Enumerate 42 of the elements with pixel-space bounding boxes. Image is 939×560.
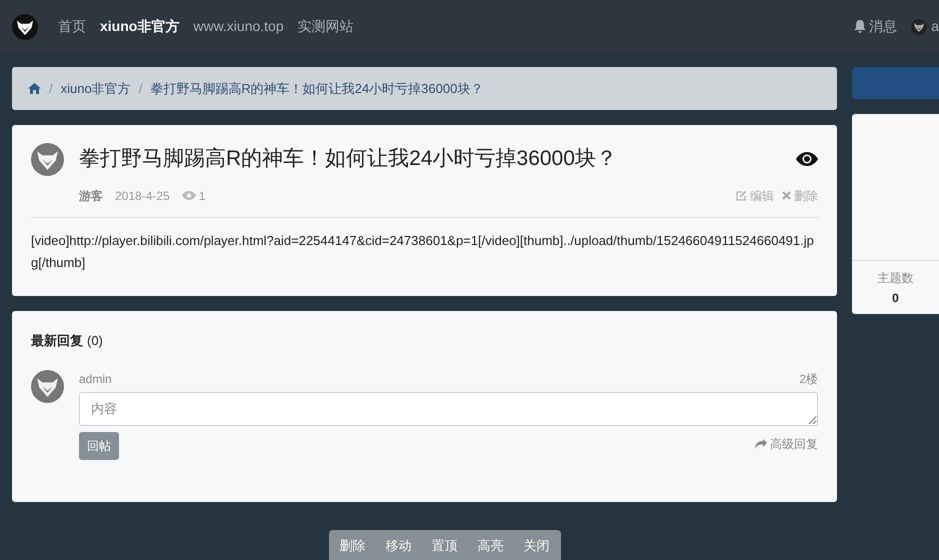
messages-link[interactable]: 消息 <box>854 16 898 37</box>
avatar-icon <box>31 370 64 403</box>
post-date: 2018-4-25 <box>115 188 170 204</box>
replies-heading: 最新回复 <box>31 332 83 350</box>
reply-field[interactable]: 内容 <box>79 392 818 426</box>
home-icon[interactable] <box>28 83 41 94</box>
stat-label: 主题数 <box>878 270 914 286</box>
username: admin <box>79 371 112 388</box>
nav-link[interactable]: xiuno非官方 <box>100 16 180 37</box>
avatar-icon <box>911 18 928 34</box>
toolbar-button[interactable]: 关闭 <box>524 536 550 556</box>
nav-link[interactable]: 实测网站 <box>298 16 354 37</box>
nav-link[interactable]: 首页 <box>58 16 86 37</box>
post-title: 拳打野马脚踢高R的神车！如何让我24小时亏掉36000块？ <box>79 146 618 172</box>
toolbar-button[interactable]: 删除 <box>340 536 366 556</box>
view-count: 1 <box>198 188 206 204</box>
stat-value: 0 <box>892 290 899 306</box>
eye-icon <box>182 191 196 200</box>
share-icon <box>755 438 767 450</box>
logo-icon <box>12 14 38 40</box>
eye-icon[interactable] <box>796 152 818 166</box>
reply-count: (0) <box>87 332 103 350</box>
avatar-icon <box>31 143 64 176</box>
bell-icon <box>854 20 866 33</box>
pencil-icon <box>736 190 747 201</box>
reply-button[interactable]: 回帖 <box>79 432 119 460</box>
toolbar-button[interactable]: 移动 <box>386 536 412 556</box>
breadcrumb-link[interactable]: 拳打野马脚踢高R的神车！如何让我24小时亏掉36000块？ <box>150 78 484 98</box>
breadcrumb-separator: / <box>138 80 142 98</box>
user-link[interactable]: a <box>911 16 939 37</box>
post-body: [video]http://player.bilibili.com/player.html?aid=22544147&cid=24738601&p=1[/video][thumb]../upload/thumb/15246604911524660491.jpg[/thumb] <box>31 232 815 272</box>
close-icon <box>782 191 791 200</box>
advanced-reply-link[interactable]: 高级回复 <box>755 435 818 453</box>
author-name[interactable]: 游客 <box>79 186 103 204</box>
toolbar-button[interactable]: 高亮 <box>478 536 504 556</box>
toolbar-button[interactable]: 置顶 <box>432 536 458 556</box>
nav-link[interactable]: www.xiuno.top <box>193 16 284 37</box>
floor-number: 2楼 <box>799 371 818 388</box>
edit-link[interactable]: 编辑 <box>736 186 774 204</box>
breadcrumb-separator: / <box>49 80 53 98</box>
delete-link[interactable]: 删除 <box>782 186 818 204</box>
breadcrumb-link[interactable]: xiuno非官方 <box>60 78 131 98</box>
